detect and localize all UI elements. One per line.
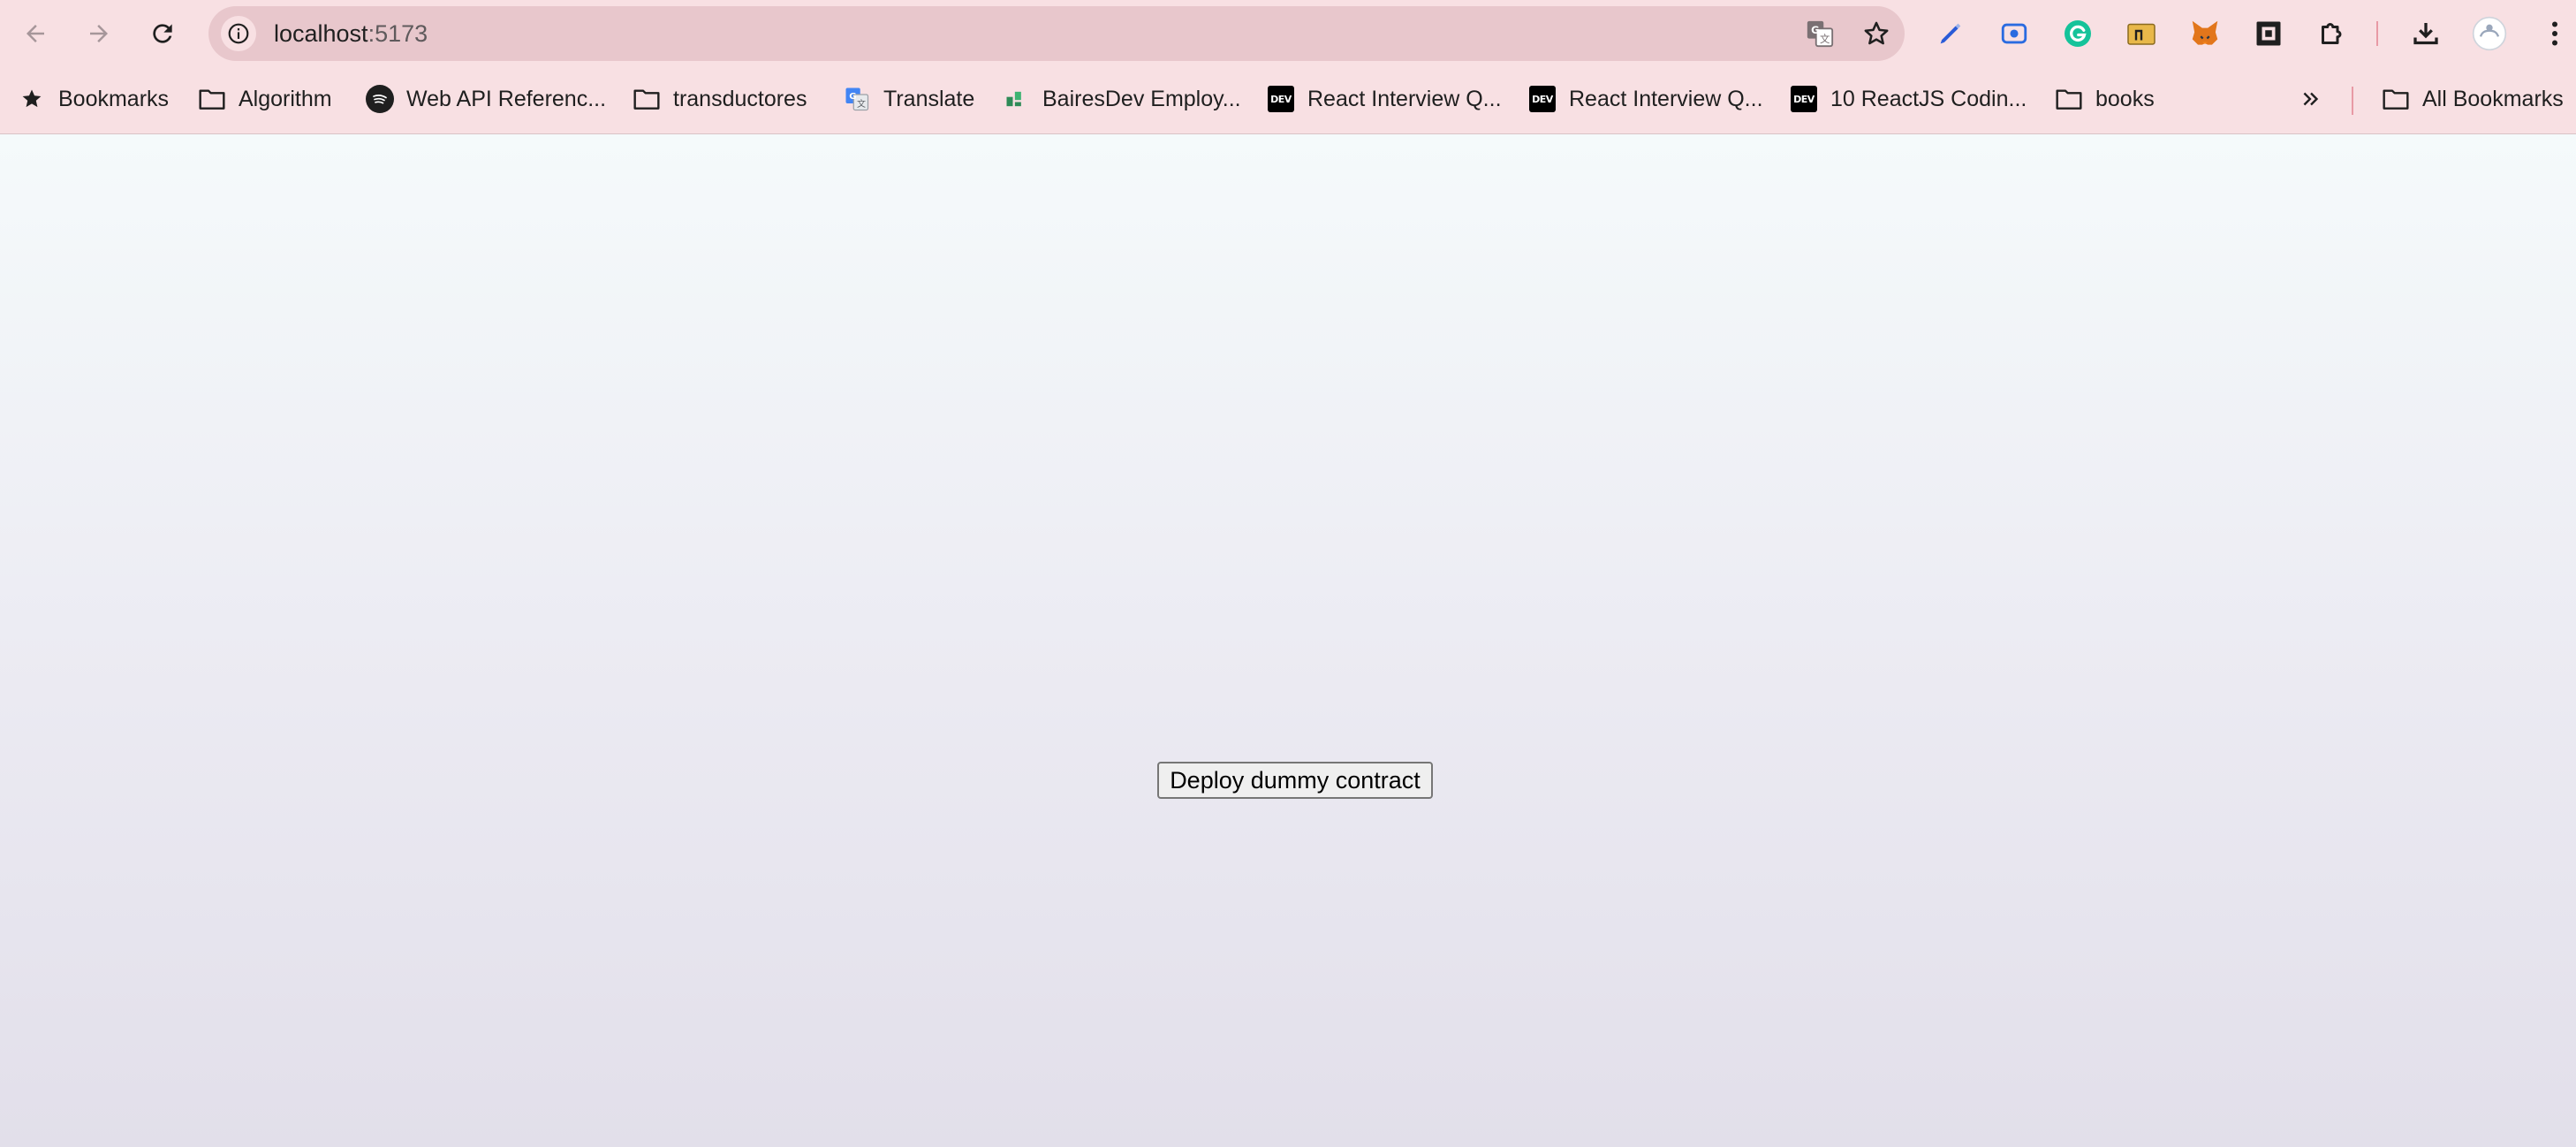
- bookmark-label: Translate: [883, 86, 975, 111]
- bookmark-web-api-reference[interactable]: Web API Referenc...: [366, 80, 606, 118]
- spotify-icon: [366, 85, 394, 113]
- bookmark-bairesdev[interactable]: BairesDev Employ...: [1002, 80, 1241, 118]
- reload-icon: [153, 24, 172, 43]
- square-extension-icon: [2256, 21, 2281, 46]
- extensions-button[interactable]: [2315, 16, 2350, 51]
- all-bookmarks-label: All Bookmarks: [2422, 86, 2564, 111]
- bookmark-translate[interactable]: G 文 Translate: [843, 80, 974, 118]
- bookmark-label: React Interview Q...: [1569, 86, 1763, 111]
- browser-menu-button[interactable]: [2537, 16, 2572, 51]
- bookmark-reactjs-coding[interactable]: DEV 10 ReactJS Codin...: [1790, 80, 2027, 118]
- metamask-fox-icon: [2192, 20, 2218, 45]
- grammarly-icon: [2065, 20, 2091, 47]
- site-info-icon: [228, 23, 249, 44]
- svg-text:文: 文: [1820, 33, 1830, 45]
- profile-button[interactable]: [2472, 16, 2507, 51]
- screen-record-extension-button[interactable]: [1996, 16, 2032, 51]
- svg-text:文: 文: [857, 98, 866, 110]
- bookmark-bookmarks[interactable]: Bookmarks: [18, 80, 169, 118]
- address-bar[interactable]: localhost:5173 G 文: [208, 6, 1905, 61]
- folder-icon: [633, 85, 661, 113]
- dev-badge-text: DEV: [1791, 86, 1817, 112]
- folder-icon: [2382, 85, 2410, 113]
- bookmark-label: 10 ReactJS Codin...: [1830, 86, 2027, 111]
- browser-window: localhost:5173 G 文 Bookmarks Algorithm W…: [0, 0, 2576, 1147]
- svg-text:G: G: [849, 92, 856, 102]
- bookmarks-overflow-button[interactable]: [2297, 80, 2325, 118]
- extension-folder-button[interactable]: [2124, 16, 2159, 51]
- chevron-double-right-icon: [2297, 85, 2325, 113]
- folder-icon: [198, 85, 226, 113]
- dev-badge-text: DEV: [1268, 86, 1294, 112]
- site-info-button[interactable]: [221, 16, 256, 51]
- folder-icon: [2055, 85, 2083, 113]
- deploy-dummy-contract-button[interactable]: Deploy dummy contract: [1157, 762, 1433, 799]
- dev-icon: DEV: [1267, 85, 1295, 113]
- downloads-button[interactable]: [2408, 16, 2443, 51]
- dev-icon: DEV: [1790, 85, 1818, 113]
- bookmark-transductores[interactable]: transductores: [633, 80, 807, 118]
- menu-kebab-icon: [2552, 21, 2557, 46]
- bookmark-label: Web API Referenc...: [406, 86, 607, 111]
- google-translate-icon: G 文: [1807, 20, 1834, 48]
- extensions-puzzle-icon: [2322, 23, 2342, 44]
- bookmark-react-interview-2[interactable]: DEV React Interview Q...: [1528, 80, 1763, 118]
- bookmark-star-icon: [1864, 21, 1889, 45]
- square-extension-button[interactable]: [2251, 16, 2286, 51]
- toolbar-separator: [2376, 21, 2378, 46]
- pen-extension-button[interactable]: [1933, 16, 1968, 51]
- forward-button[interactable]: [78, 12, 120, 55]
- extension-folder-icon: [2127, 23, 2156, 45]
- url-host: localhost: [274, 20, 368, 47]
- bookmark-label: Bookmarks: [58, 86, 170, 111]
- all-bookmarks-button[interactable]: All Bookmarks: [2382, 80, 2564, 118]
- screen-record-extension-icon: [2001, 23, 2027, 44]
- svg-text:G: G: [1811, 24, 1819, 36]
- bookmarks-separator: [2352, 87, 2353, 115]
- forward-arrow-icon: [90, 25, 108, 42]
- reload-button[interactable]: [141, 12, 184, 55]
- google-translate-icon: G 文: [843, 85, 871, 113]
- downloads-icon: [2413, 23, 2438, 45]
- bookmark-label: Algorithm: [239, 86, 332, 111]
- profile-avatar-icon: [2472, 16, 2507, 51]
- back-button[interactable]: [14, 12, 57, 55]
- bookmark-algorithm[interactable]: Algorithm: [198, 80, 332, 118]
- dev-icon: DEV: [1528, 85, 1557, 113]
- star-icon: [18, 85, 46, 113]
- bookmark-label: books: [2095, 86, 2155, 111]
- back-arrow-icon: [27, 25, 44, 42]
- url-port: :5173: [367, 20, 428, 47]
- pen-extension-icon: [1940, 23, 1961, 44]
- bookmark-label: BairesDev Employ...: [1042, 86, 1241, 111]
- browser-toolbar: localhost:5173 G 文: [0, 0, 2576, 67]
- dev-badge-text: DEV: [1529, 86, 1556, 112]
- grammarly-button[interactable]: [2060, 16, 2095, 51]
- bookmarks-bar: Bookmarks Algorithm Web API Referenc...: [0, 67, 2576, 134]
- bookmark-react-interview-1[interactable]: DEV React Interview Q...: [1267, 80, 1502, 118]
- bookmark-label: React Interview Q...: [1307, 86, 1502, 111]
- url-text[interactable]: localhost:5173: [274, 6, 428, 61]
- page-content: Deploy dummy contract: [0, 134, 2576, 1147]
- metamask-button[interactable]: [2187, 16, 2223, 51]
- bookmark-label: transductores: [673, 86, 807, 111]
- translate-page-button[interactable]: G 文: [1804, 18, 1836, 49]
- bookmark-books[interactable]: books: [2055, 80, 2155, 118]
- bookmark-page-button[interactable]: [1860, 18, 1892, 49]
- bairesdev-icon: [1002, 85, 1030, 113]
